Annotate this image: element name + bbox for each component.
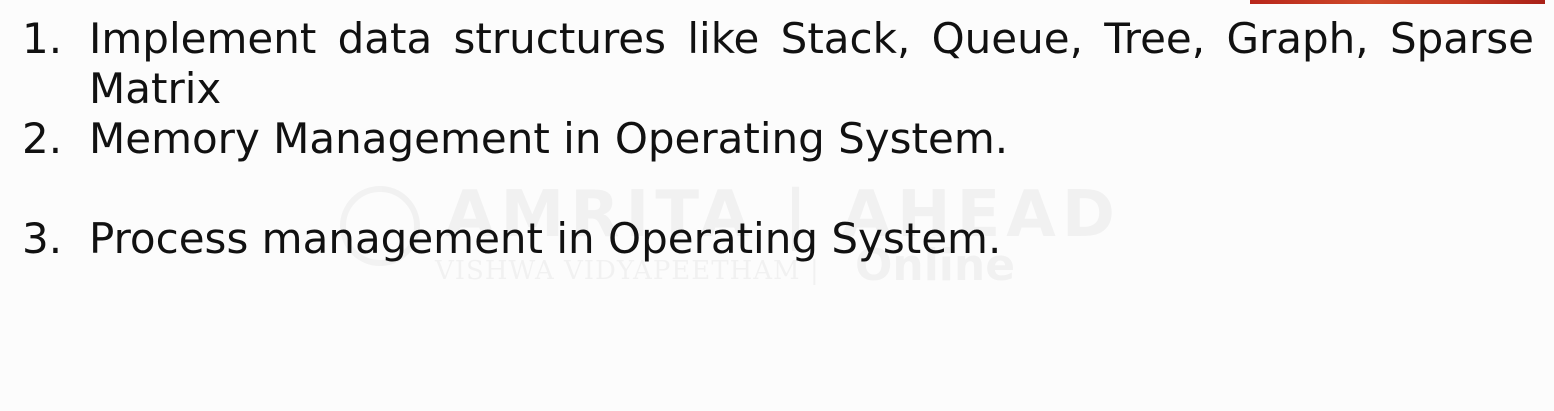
list-item-text: Implement data structures like Stack, Qu…	[89, 14, 1534, 113]
list-item-number: 1.	[22, 14, 63, 63]
list-item-number: 2.	[22, 114, 63, 163]
presenter-video-edge	[1250, 0, 1545, 4]
list-item-text: Memory Management in Operating System.	[89, 114, 1009, 163]
numbered-list: 1. Implement data structures like Stack,…	[22, 14, 1534, 264]
slide-page: AMRITA | AHEAD VISHWA VIDYAPEETHAM | Onl…	[0, 0, 1554, 411]
list-item: 3. Process management in Operating Syste…	[22, 214, 1534, 264]
list-item: 2. Memory Management in Operating System…	[22, 114, 1534, 164]
list-item-text: Process management in Operating System.	[89, 214, 1002, 263]
list-item-number: 3.	[22, 214, 63, 263]
list-item: 1. Implement data structures like Stack,…	[22, 14, 1534, 114]
